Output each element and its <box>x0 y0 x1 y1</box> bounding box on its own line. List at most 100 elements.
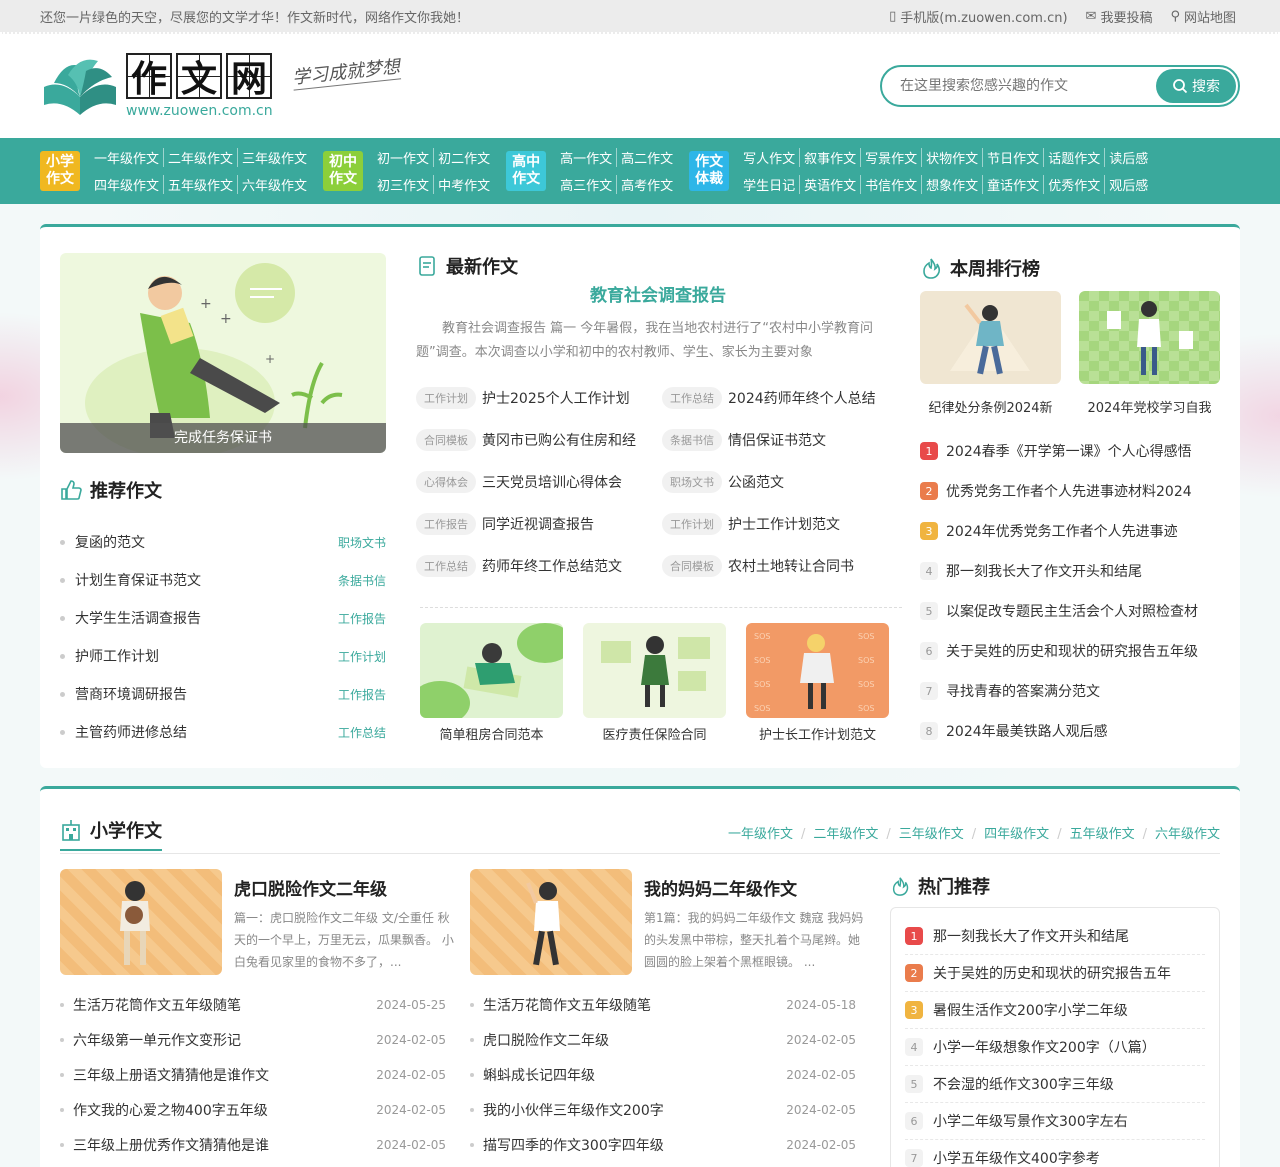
list-item[interactable]: 8 2024年最美铁路人观后感 <box>920 711 1220 751</box>
list-item[interactable]: 工作总结 2024药师年终个人总结 <box>662 387 902 409</box>
list-item[interactable]: 计划生育保证书范文 条据书信 <box>60 561 386 599</box>
nav-link[interactable]: 状物作文 <box>921 148 982 167</box>
submit-link[interactable]: ✉ 我要投稿 <box>1086 7 1153 26</box>
list-item[interactable]: 作文我的心爱之物400字五年级 2024-02-05 <box>60 1092 446 1127</box>
thumbnail-card[interactable]: 简单租房合同范本 <box>420 623 563 743</box>
nav-link[interactable]: 观后感 <box>1104 175 1152 194</box>
list-item[interactable]: 6 关于吴姓的历史和现状的研究报告五年级 <box>920 631 1220 671</box>
list-item[interactable]: 4 那一刻我长大了作文开头和结尾 <box>920 551 1220 591</box>
search-input[interactable] <box>900 78 1156 94</box>
item-category[interactable]: 工作报告 <box>338 686 386 703</box>
nav-tag-primary[interactable]: 小学 作文 <box>40 151 80 191</box>
grade-tab[interactable]: 六年级作文 <box>1135 823 1220 842</box>
category-pill[interactable]: 职场文书 <box>662 471 722 493</box>
list-item[interactable]: 工作报告 同学近视调查报告 <box>416 513 656 535</box>
thumbnail-card[interactable]: 纪律处分条例2024新 <box>920 291 1061 416</box>
list-item[interactable]: 2 优秀党务工作者个人先进事迹材料2024 <box>920 471 1220 511</box>
sitemap-link[interactable]: ⚲ 网站地图 <box>1170 7 1236 26</box>
list-item[interactable]: 2 关于吴姓的历史和现状的研究报告五年 <box>905 955 1205 992</box>
list-item[interactable]: 护师工作计划 工作计划 <box>60 637 386 675</box>
list-item[interactable]: 三年级上册优秀作文猜猜他是谁 2024-02-05 <box>60 1127 446 1162</box>
nav-link[interactable]: 中考作文 <box>433 175 494 194</box>
nav-link[interactable]: 话题作文 <box>1043 148 1104 167</box>
grade-tab[interactable]: 四年级作文 <box>964 823 1049 842</box>
list-item[interactable]: 工作总结 药师年终工作总结范文 <box>416 555 656 577</box>
list-item[interactable]: 工作计划 护士工作计划范文 <box>662 513 902 535</box>
nav-link[interactable]: 六年级作文 <box>237 175 311 194</box>
nav-link[interactable]: 节日作文 <box>982 148 1043 167</box>
list-item[interactable]: 蝌蚪成长记四年级 2024-02-05 <box>470 1057 856 1092</box>
nav-link[interactable]: 高二作文 <box>616 148 677 167</box>
featured-article-title[interactable]: 教育社会调查报告 <box>416 281 900 306</box>
mobile-link[interactable]: ▯ 手机版(m.zuowen.com.cn) <box>889 7 1067 26</box>
nav-link[interactable]: 初一作文 <box>373 148 433 167</box>
thumbnail-card[interactable]: 医疗责任保险合同 <box>583 623 726 743</box>
list-item[interactable]: 工作计划 护士2025个人工作计划 <box>416 387 656 409</box>
grade-tab[interactable]: 五年级作文 <box>1049 823 1135 842</box>
list-item[interactable]: 3 暑假生活作文200字小学二年级 <box>905 992 1205 1029</box>
article-title[interactable]: 虎口脱险作文二年级 <box>234 875 387 900</box>
nav-link[interactable]: 五年级作文 <box>163 175 237 194</box>
nav-link[interactable]: 童话作文 <box>982 175 1043 194</box>
list-item[interactable]: 5 不会湿的纸作文300字三年级 <box>905 1066 1205 1103</box>
grade-tab[interactable]: 三年级作文 <box>878 823 964 842</box>
list-item[interactable]: 5 以案促改专题民主生活会个人对照检查材 <box>920 591 1220 631</box>
list-item[interactable]: 营商环境调研报告 工作报告 <box>60 675 386 713</box>
nav-link[interactable]: 高三作文 <box>556 175 616 194</box>
article-title[interactable]: 我的妈妈二年级作文 <box>644 875 797 900</box>
nav-link[interactable]: 书信作文 <box>860 175 921 194</box>
nav-link[interactable]: 英语作文 <box>799 175 860 194</box>
nav-link[interactable]: 学生日记 <box>739 175 799 194</box>
grade-tab[interactable]: 一年级作文 <box>728 823 793 842</box>
nav-link[interactable]: 初三作文 <box>373 175 433 194</box>
list-item[interactable]: 主管药师进修总结 工作总结 <box>60 713 386 751</box>
nav-link[interactable]: 三年级作文 <box>237 148 311 167</box>
list-item[interactable]: 心得体会 三天党员培训心得体会 <box>416 471 656 493</box>
nav-link[interactable]: 高一作文 <box>556 148 616 167</box>
list-item[interactable]: 我的小伙伴三年级作文200字 2024-02-05 <box>470 1092 856 1127</box>
category-pill[interactable]: 工作报告 <box>416 513 476 535</box>
nav-tag-junior[interactable]: 初中 作文 <box>323 151 364 191</box>
list-item[interactable]: 7 寻找青春的答案满分范文 <box>920 671 1220 711</box>
featured-article[interactable]: 虎口脱险作文二年级 篇一：虎口脱险作文二年级 文/仝重任 秋天的一个早上，万里无… <box>60 869 460 975</box>
grade-tab[interactable]: 二年级作文 <box>793 823 878 842</box>
category-pill[interactable]: 工作计划 <box>416 387 476 409</box>
list-item[interactable]: 生活万花筒作文五年级随笔 2024-05-18 <box>470 987 856 1022</box>
list-item[interactable]: 大学生生活调查报告 工作报告 <box>60 599 386 637</box>
nav-link[interactable]: 写景作文 <box>860 148 921 167</box>
list-item[interactable]: 三年级上册语文猜猜他是谁作文 2024-02-05 <box>60 1057 446 1092</box>
list-item[interactable]: 合同模板 黄冈市已购公有住房和经 <box>416 429 656 451</box>
primary-section-title[interactable]: 小学作文 <box>60 817 162 851</box>
list-item[interactable]: 1 2024春季《开学第一课》个人心得感悟 <box>920 431 1220 471</box>
nav-link[interactable]: 二年级作文 <box>163 148 237 167</box>
list-item[interactable]: 3 2024年优秀党务工作者个人先进事迹 <box>920 511 1220 551</box>
item-category[interactable]: 工作报告 <box>338 610 386 627</box>
hero-banner[interactable]: + + + 完成任务保证书 <box>60 253 386 453</box>
item-category[interactable]: 工作计划 <box>338 648 386 665</box>
category-pill[interactable]: 心得体会 <box>416 471 476 493</box>
nav-link[interactable]: 四年级作文 <box>90 175 163 194</box>
category-pill[interactable]: 条据书信 <box>662 429 722 451</box>
nav-link[interactable]: 初二作文 <box>433 148 494 167</box>
list-item[interactable]: 复函的范文 职场文书 <box>60 523 386 561</box>
category-pill[interactable]: 工作计划 <box>662 513 722 535</box>
list-item[interactable]: 描写四季的作文300字四年级 2024-02-05 <box>470 1127 856 1162</box>
list-item[interactable]: 六年级第一单元作文变形记 2024-02-05 <box>60 1022 446 1057</box>
list-item[interactable]: 1 那一刻我长大了作文开头和结尾 <box>905 918 1205 955</box>
list-item[interactable]: 7 小学五年级作文400字参考 <box>905 1140 1205 1167</box>
item-category[interactable]: 条据书信 <box>338 572 386 589</box>
nav-tag-senior[interactable]: 高中 作文 <box>506 151 547 191</box>
category-pill[interactable]: 合同模板 <box>662 555 722 577</box>
list-item[interactable]: 职场文书 公函范文 <box>662 471 902 493</box>
list-item[interactable]: 6 小学二年级写景作文300字左右 <box>905 1103 1205 1140</box>
thumbnail-card[interactable]: 2024年党校学习自我 <box>1079 291 1220 416</box>
site-logo[interactable]: 作 文 网 www.zuowen.com.cn <box>40 53 273 119</box>
list-item[interactable]: 虎口脱险作文二年级 2024-02-05 <box>470 1022 856 1057</box>
nav-tag-genre[interactable]: 作文 体裁 <box>689 151 730 191</box>
nav-link[interactable]: 优秀作文 <box>1043 175 1104 194</box>
list-item[interactable]: 生活万花筒作文五年级随笔 2024-05-25 <box>60 987 446 1022</box>
nav-link[interactable]: 高考作文 <box>616 175 677 194</box>
category-pill[interactable]: 合同模板 <box>416 429 476 451</box>
nav-link[interactable]: 想象作文 <box>921 175 982 194</box>
nav-link[interactable]: 叙事作文 <box>799 148 860 167</box>
